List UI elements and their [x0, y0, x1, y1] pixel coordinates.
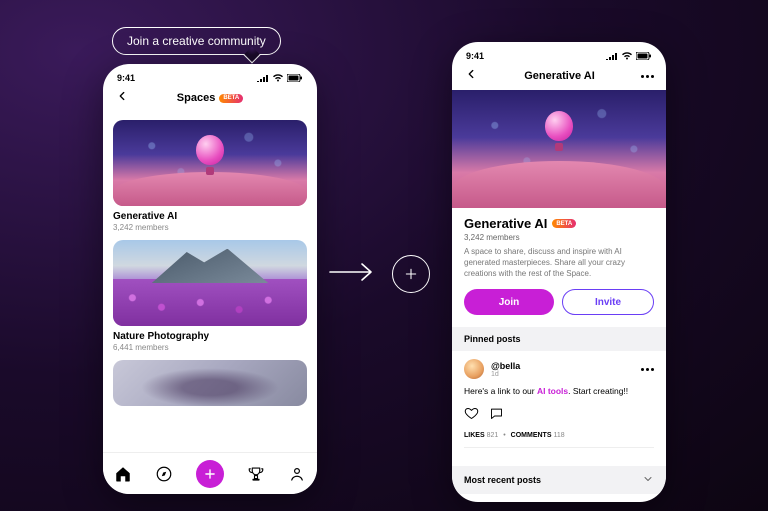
compass-icon	[155, 465, 173, 483]
chevron-left-icon	[464, 67, 478, 81]
space-cover-image	[113, 120, 307, 206]
speech-bubble: Join a creative community	[112, 27, 281, 55]
home-icon	[114, 465, 132, 483]
tab-create[interactable]	[196, 460, 224, 488]
section-title: Most recent posts	[464, 475, 541, 485]
join-button[interactable]: Join	[464, 289, 554, 315]
comment-icon	[489, 406, 504, 421]
avatar[interactable]	[464, 359, 484, 379]
section-title: Pinned posts	[464, 334, 521, 344]
space-card[interactable]	[113, 360, 307, 406]
add-circle-icon	[392, 255, 430, 293]
comments-label: COMMENTS	[511, 432, 552, 439]
space-cover-image	[113, 360, 307, 406]
person-icon	[288, 465, 306, 483]
wifi-icon	[621, 52, 633, 60]
page-title-text: Spaces	[177, 92, 216, 104]
space-title: Nature Photography	[113, 331, 307, 342]
arrow-right-icon	[328, 261, 374, 288]
page-title: Spaces BETA	[177, 92, 243, 104]
space-card[interactable]: Generative AI 3,242 members	[113, 120, 307, 232]
post-more-button[interactable]	[641, 368, 654, 371]
post-stats: LIKES821 • COMMENTS118	[464, 432, 654, 448]
status-bar: 9:41	[103, 64, 317, 84]
space-members: 3,242 members	[464, 233, 654, 242]
space-title-text: Generative AI	[464, 216, 547, 231]
plus-icon	[403, 266, 419, 282]
likes-label: LIKES	[464, 432, 485, 439]
tab-bar	[103, 452, 317, 494]
like-button[interactable]	[464, 406, 479, 426]
space-description: A space to share, discuss and inspire wi…	[464, 247, 654, 279]
plus-icon	[203, 467, 217, 481]
flow-indicator	[328, 255, 430, 293]
space-title: Generative AI	[113, 211, 307, 222]
nav-bar: Generative AI	[452, 62, 666, 90]
status-icons	[606, 52, 652, 60]
wifi-icon	[272, 74, 284, 82]
back-button[interactable]	[464, 67, 478, 86]
tab-home[interactable]	[114, 465, 132, 483]
phone-space-detail: 9:41 Generative AI Generative AI BETA 3,…	[452, 42, 666, 502]
space-title: Generative AI BETA	[464, 216, 654, 231]
comments-count: 118	[554, 432, 565, 439]
status-time: 9:41	[466, 51, 484, 61]
chevron-left-icon	[115, 89, 129, 103]
back-button[interactable]	[115, 89, 129, 108]
nav-bar: Spaces BETA	[103, 84, 317, 112]
space-members: 3,242 members	[113, 223, 307, 232]
comment-button[interactable]	[489, 406, 504, 426]
post-actions	[464, 406, 654, 426]
post-text-part: Here's a link to our	[464, 386, 537, 396]
invite-button[interactable]: Invite	[562, 289, 654, 315]
pinned-post[interactable]: @bella 1d Here's a link to our AI tools.…	[452, 351, 666, 454]
signal-icon	[606, 52, 618, 60]
tab-profile[interactable]	[288, 465, 306, 483]
space-cover-image	[113, 240, 307, 326]
tab-explore[interactable]	[155, 465, 173, 483]
trophy-icon	[247, 465, 265, 483]
phone-spaces-list: 9:41 Spaces BETA Generative AI 3,242 mem…	[103, 64, 317, 494]
post-username[interactable]: @bella	[491, 361, 520, 371]
beta-badge: BETA	[219, 94, 243, 103]
beta-badge: BETA	[552, 219, 576, 228]
status-bar: 9:41	[452, 42, 666, 62]
pinned-posts-header: Pinned posts	[452, 327, 666, 351]
post-link[interactable]: AI tools	[537, 386, 568, 396]
space-hero	[452, 90, 666, 208]
signal-icon	[257, 74, 269, 82]
action-buttons: Join Invite	[464, 289, 654, 315]
post-header: @bella 1d	[464, 359, 654, 379]
likes-count: 821	[487, 432, 499, 439]
tab-trophy[interactable]	[247, 465, 265, 483]
space-card[interactable]: Nature Photography 6,441 members	[113, 240, 307, 352]
page-title: Generative AI	[524, 70, 595, 82]
status-icons	[257, 74, 303, 82]
battery-icon	[287, 74, 303, 82]
space-members: 6,441 members	[113, 343, 307, 352]
post-time: 1d	[491, 371, 520, 378]
status-time: 9:41	[117, 73, 135, 83]
post-text-part: . Start creating!!	[568, 386, 628, 396]
post-text: Here's a link to our AI tools. Start cre…	[464, 386, 654, 398]
more-button[interactable]	[641, 75, 654, 78]
chevron-down-icon	[642, 473, 654, 487]
space-detail-body: Generative AI BETA 3,242 members A space…	[452, 208, 666, 315]
battery-icon	[636, 52, 652, 60]
recent-posts-header[interactable]: Most recent posts	[452, 466, 666, 494]
heart-icon	[464, 406, 479, 421]
spaces-list[interactable]: Generative AI 3,242 members Nature Photo…	[103, 112, 317, 452]
